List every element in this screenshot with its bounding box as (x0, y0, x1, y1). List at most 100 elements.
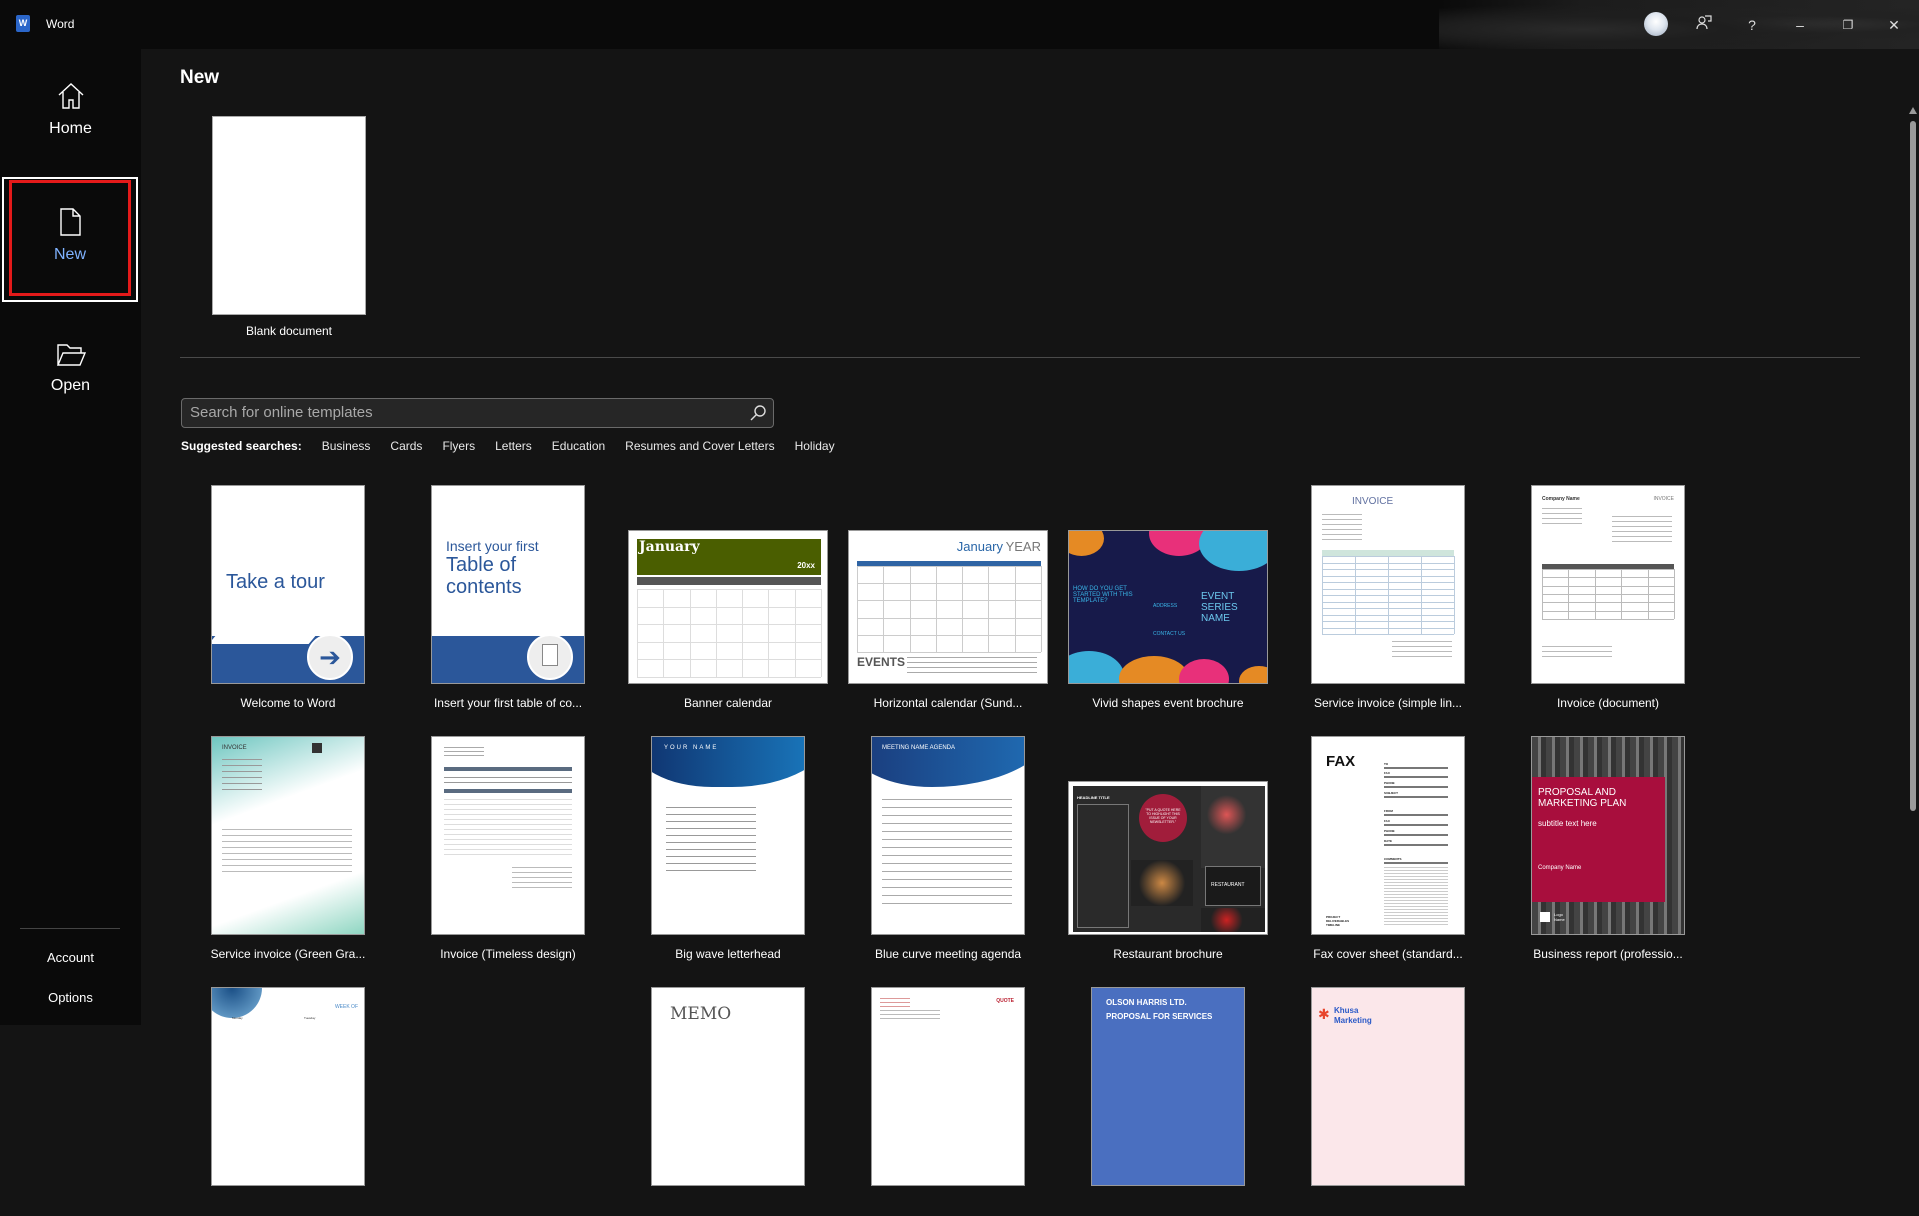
template-label[interactable]: Service invoice (Green Gra... (178, 947, 398, 961)
scrollbar-thumb[interactable] (1910, 121, 1916, 811)
template-card-week[interactable]: WEEK OF Monday Tuesday (178, 986, 398, 1216)
backstage-sidebar: Home New Open Account Options (0, 49, 141, 1025)
template-card-khusa[interactable]: ✱ Khusa Marketing (1278, 986, 1498, 1216)
template-card-timeless[interactable]: Invoice (Timeless design) (398, 735, 618, 965)
template-card-inv[interactable]: Company Name INVOICE Invoice (document) (1498, 484, 1718, 714)
thumbnail-text: FAX (1384, 771, 1390, 775)
template-label[interactable]: Fax cover sheet (standard... (1278, 947, 1498, 961)
template-thumbnail[interactable]: January YEAR EVENTS (848, 530, 1048, 684)
suggested-search-cards[interactable]: Cards (390, 439, 422, 453)
template-thumbnail[interactable]: MEETING NAME AGENDA (871, 736, 1025, 935)
thumbnail-text: FROM (1384, 809, 1393, 813)
sidebar-item-open[interactable]: Open (0, 341, 141, 395)
suggested-search-holiday[interactable]: Holiday (795, 439, 835, 453)
thumbnail-text: FAX (1384, 819, 1390, 823)
thumbnail-text: SUBJECT (1384, 791, 1399, 795)
vertical-scrollbar[interactable] (1907, 49, 1919, 1025)
template-label[interactable]: Vivid shapes event brochure (1058, 696, 1278, 710)
template-card-tour[interactable]: Take a tour ➔ Welcome to Word (178, 484, 398, 714)
template-thumbnail[interactable]: HEADLINE TITLE "PUT A QUOTE HERE TO HIGHL… (1068, 781, 1268, 935)
thumbnail-text: ADDRESS (1153, 603, 1178, 609)
template-card-fax[interactable]: FAX TO FAX PHONE SUBJECT FROM FAX PHONE DATE COMM… (1278, 735, 1498, 965)
avatar[interactable] (1644, 12, 1668, 36)
template-thumbnail[interactable]: ✱ Khusa Marketing (1311, 987, 1465, 1186)
thumbnail-text: PHONE (1384, 829, 1395, 833)
template-thumbnail[interactable]: YOUR NAME (651, 736, 805, 935)
template-card-sinv[interactable]: INVOICE Service invoice (simple lin... (1278, 484, 1498, 714)
suggested-search-education[interactable]: Education (552, 439, 605, 453)
selection-highlight (9, 180, 131, 296)
blank-document-label[interactable]: Blank document (189, 324, 389, 338)
scroll-up-arrow[interactable] (1909, 107, 1917, 114)
template-label[interactable]: Restaurant brochure (1058, 947, 1278, 961)
template-card-biz[interactable]: PROPOSAL AND MARKETING PLAN subtitle text… (1498, 735, 1718, 965)
template-card-banner[interactable]: January 20xx Banner calendar (618, 484, 838, 714)
template-thumbnail[interactable]: PROPOSAL AND MARKETING PLAN subtitle text… (1531, 736, 1685, 935)
template-thumbnail[interactable]: Take a tour ➔ (211, 485, 365, 684)
template-thumbnail[interactable]: WEEK OF Monday Tuesday (211, 987, 365, 1186)
thumbnail-text: Khusa (1334, 1006, 1359, 1015)
minimize-icon[interactable]: – (1787, 12, 1813, 38)
suggested-search-flyers[interactable]: Flyers (442, 439, 475, 453)
restore-icon[interactable]: ❐ (1835, 12, 1861, 38)
thumbnail-text: MEETING NAME AGENDA (882, 745, 956, 751)
template-card-wave[interactable]: YOUR NAME Big wave letterhead (618, 735, 838, 965)
template-card-hcal[interactable]: January YEAR EVENTS Horizontal calendar (Su… (838, 484, 1058, 714)
thumbnail-text: FAX (1326, 753, 1356, 770)
template-thumbnail[interactable]: FAX TO FAX PHONE SUBJECT FROM FAX PHONE DATE COMM… (1311, 736, 1465, 935)
sidebar-divider (20, 928, 120, 929)
close-icon[interactable]: ✕ (1881, 12, 1907, 38)
template-label[interactable]: Blue curve meeting agenda (838, 947, 1058, 961)
thumbnail-text: INVOICE (222, 745, 247, 751)
template-card-green[interactable]: INVOICE Service invoice (Green Gra... (178, 735, 398, 965)
template-card-olson[interactable]: OLSON HARRIS LTD. PROPOSAL FOR SERVICES (1058, 986, 1278, 1216)
thumbnail-text: Monday (232, 1016, 243, 1020)
template-thumbnail[interactable]: INVOICE (1311, 485, 1465, 684)
suggested-search-letters[interactable]: Letters (495, 439, 532, 453)
template-label[interactable]: Big wave letterhead (618, 947, 838, 961)
thumbnail-text: 20xx (797, 561, 815, 570)
template-thumbnail[interactable]: INVOICE (211, 736, 365, 935)
template-thumbnail[interactable]: Company Name INVOICE (1531, 485, 1685, 684)
feedback-icon[interactable] (1691, 12, 1717, 38)
template-thumbnail[interactable]: QUOTE (871, 987, 1025, 1186)
sidebar-item-home[interactable]: Home (0, 80, 141, 138)
template-thumbnail[interactable]: MEMO (651, 987, 805, 1186)
sidebar-item-new[interactable]: New (2, 177, 138, 302)
help-icon[interactable]: ? (1739, 12, 1765, 38)
template-card-toc[interactable]: Insert your first Table of contents Insert … (398, 484, 618, 714)
sidebar-item-account[interactable]: Account (0, 950, 141, 965)
template-thumbnail[interactable]: January 20xx (628, 530, 828, 684)
template-card-none[interactable] (398, 986, 618, 1216)
sidebar-item-label: Home (49, 120, 92, 137)
template-card-memo[interactable]: MEMO (618, 986, 838, 1216)
suggested-search-resumes[interactable]: Resumes and Cover Letters (625, 439, 774, 453)
template-card-rest[interactable]: HEADLINE TITLE "PUT A QUOTE HERE TO HIGHL… (1058, 735, 1278, 965)
template-label[interactable]: Business report (professio... (1498, 947, 1718, 961)
template-search-box[interactable] (181, 398, 774, 428)
template-card-agenda[interactable]: MEETING NAME AGENDA Blue curve meeting ag… (838, 735, 1058, 965)
sidebar-item-options[interactable]: Options (0, 990, 141, 1005)
template-thumbnail[interactable]: Insert your first Table of contents (431, 485, 585, 684)
suggested-search-business[interactable]: Business (322, 439, 371, 453)
thumbnail-text: Table of (446, 554, 517, 576)
template-label[interactable]: Invoice (document) (1498, 696, 1718, 710)
thumbnail-text: EVENT SERIES NAME (1201, 591, 1238, 624)
template-label[interactable]: Horizontal calendar (Sund... (838, 696, 1058, 710)
thumbnail-text: Company Name (1538, 865, 1582, 871)
template-label[interactable]: Welcome to Word (178, 696, 398, 710)
template-label[interactable]: Insert your first table of co... (398, 696, 618, 710)
template-thumbnail[interactable] (431, 736, 585, 935)
template-label[interactable]: Service invoice (simple lin... (1278, 696, 1498, 710)
template-thumbnail[interactable]: HOW DO YOU GET STARTED WITH THIS TEMPLAT… (1068, 530, 1268, 684)
template-thumbnail[interactable]: OLSON HARRIS LTD. PROPOSAL FOR SERVICES (1091, 987, 1245, 1186)
template-card-vivid[interactable]: HOW DO YOU GET STARTED WITH THIS TEMPLAT… (1058, 484, 1278, 714)
template-label[interactable]: Banner calendar (618, 696, 838, 710)
template-label[interactable]: Invoice (Timeless design) (398, 947, 618, 961)
blank-document-thumbnail[interactable] (212, 116, 366, 315)
new-document-pane: New Blank document Suggested searches: B… (141, 49, 1919, 1186)
search-icon[interactable] (749, 404, 767, 422)
thumbnail-text: QUOTE (996, 998, 1014, 1004)
template-card-quote[interactable]: QUOTE (838, 986, 1058, 1216)
search-input[interactable] (190, 404, 730, 421)
